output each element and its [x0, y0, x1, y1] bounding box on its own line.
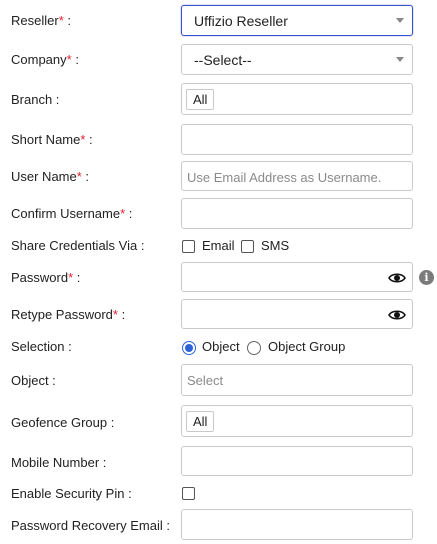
geofence-group-multiselect[interactable]: All — [181, 405, 413, 437]
share-credentials-label: Share Credentials Via : — [11, 238, 145, 253]
sms-checkbox[interactable] — [241, 240, 254, 253]
share-credentials-row: Share Credentials Via : Email SMS — [0, 236, 437, 256]
eye-icon[interactable] — [388, 309, 406, 321]
mobile-number-label: Mobile Number : — [11, 455, 107, 470]
reseller-select[interactable]: Uffizio Reseller — [181, 5, 413, 36]
password-label: Password* : — [11, 270, 81, 285]
user-name-input[interactable]: Use Email Address as Username. — [181, 161, 413, 191]
branch-tag-all[interactable]: All — [186, 89, 215, 110]
object-radio[interactable] — [182, 341, 196, 355]
mobile-number-row: Mobile Number : — [0, 446, 437, 476]
retype-password-input[interactable] — [181, 299, 413, 329]
security-pin-checkbox[interactable] — [182, 487, 195, 500]
branch-row: Branch : All — [0, 83, 437, 115]
company-select-value: --Select-- — [194, 52, 252, 68]
chevron-down-icon — [396, 18, 404, 23]
sms-option-label: SMS — [261, 238, 290, 253]
reseller-row: Reseller* : Uffizio Reseller — [0, 5, 437, 36]
object-label: Object : — [11, 373, 56, 388]
object-select[interactable]: Select — [181, 364, 413, 396]
email-option-label: Email — [202, 238, 235, 253]
user-name-label: User Name* : — [11, 169, 90, 184]
reseller-select-value: Uffizio Reseller — [194, 13, 288, 29]
recovery-email-label: Password Recovery Email : — [11, 518, 170, 533]
branch-multiselect[interactable]: All — [181, 83, 413, 115]
retype-password-row: Retype Password* : — [0, 299, 437, 329]
company-row: Company* : --Select-- — [0, 44, 437, 75]
confirm-username-row: Confirm Username* : — [0, 198, 437, 229]
confirm-username-label: Confirm Username* : — [11, 206, 133, 221]
password-input[interactable] — [181, 262, 413, 292]
object-group-radio-label: Object Group — [268, 339, 346, 354]
selection-label: Selection : — [11, 339, 72, 354]
eye-icon[interactable] — [388, 272, 406, 284]
object-group-radio[interactable] — [247, 341, 261, 355]
short-name-label: Short Name* : — [11, 132, 93, 147]
branch-label: Branch : — [11, 92, 60, 107]
security-pin-row: Enable Security Pin : — [0, 484, 437, 504]
chevron-down-icon — [396, 57, 404, 62]
short-name-input[interactable] — [181, 124, 413, 155]
recovery-email-input[interactable] — [181, 509, 413, 540]
user-name-placeholder: Use Email Address as Username. — [187, 170, 382, 185]
confirm-username-input[interactable] — [181, 198, 413, 229]
object-radio-label: Object — [202, 339, 240, 354]
geofence-group-row: Geofence Group : All — [0, 405, 437, 437]
mobile-number-input[interactable] — [181, 446, 413, 476]
object-select-placeholder: Select — [187, 373, 224, 388]
company-select[interactable]: --Select-- — [181, 44, 413, 75]
reseller-label: Reseller* : — [11, 13, 71, 28]
company-label: Company* : — [11, 52, 79, 67]
retype-password-label: Retype Password* : — [11, 307, 126, 322]
selection-row: Selection : Object Object Group — [0, 337, 437, 357]
info-icon[interactable]: i — [419, 270, 434, 285]
recovery-email-row: Password Recovery Email : — [0, 509, 437, 540]
object-row: Object : Select — [0, 364, 437, 396]
geofence-group-tag-all[interactable]: All — [186, 411, 215, 432]
short-name-row: Short Name* : — [0, 124, 437, 155]
email-checkbox[interactable] — [182, 240, 195, 253]
security-pin-label: Enable Security Pin : — [11, 486, 132, 501]
user-name-row: User Name* : Use Email Address as Userna… — [0, 161, 437, 191]
geofence-group-label: Geofence Group : — [11, 415, 115, 430]
password-row: Password* : i — [0, 262, 437, 292]
